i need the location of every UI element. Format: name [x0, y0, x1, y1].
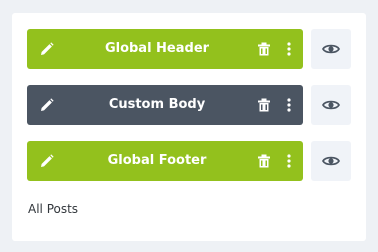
trash-icon[interactable]	[256, 153, 272, 169]
trash-icon[interactable]	[256, 97, 272, 113]
layout-row-global-header[interactable]: Global Header	[27, 29, 303, 69]
layout-label[interactable]: Global Footer	[67, 141, 247, 181]
eye-icon	[322, 100, 340, 110]
more-vertical-icon[interactable]	[283, 153, 295, 169]
more-vertical-icon[interactable]	[283, 41, 295, 57]
visibility-toggle-custom-body[interactable]	[311, 85, 351, 125]
theme-builder-template-card: Global Header Custom Body Global Footer …	[12, 13, 366, 241]
edit-icon[interactable]	[39, 97, 55, 113]
layout-row-global-footer[interactable]: Global Footer	[27, 141, 303, 181]
eye-icon	[322, 156, 340, 166]
visibility-toggle-global-footer[interactable]	[311, 141, 351, 181]
edit-icon[interactable]	[39, 41, 55, 57]
trash-icon[interactable]	[256, 41, 272, 57]
visibility-toggle-global-header[interactable]	[311, 29, 351, 69]
edit-icon[interactable]	[39, 153, 55, 169]
more-vertical-icon[interactable]	[283, 97, 295, 113]
layout-label[interactable]: Global Header	[67, 29, 247, 69]
template-assignment-label: All Posts	[28, 202, 79, 216]
layout-row-custom-body[interactable]: Custom Body	[27, 85, 303, 125]
eye-icon	[322, 44, 340, 54]
layout-label[interactable]: Custom Body	[67, 85, 247, 125]
